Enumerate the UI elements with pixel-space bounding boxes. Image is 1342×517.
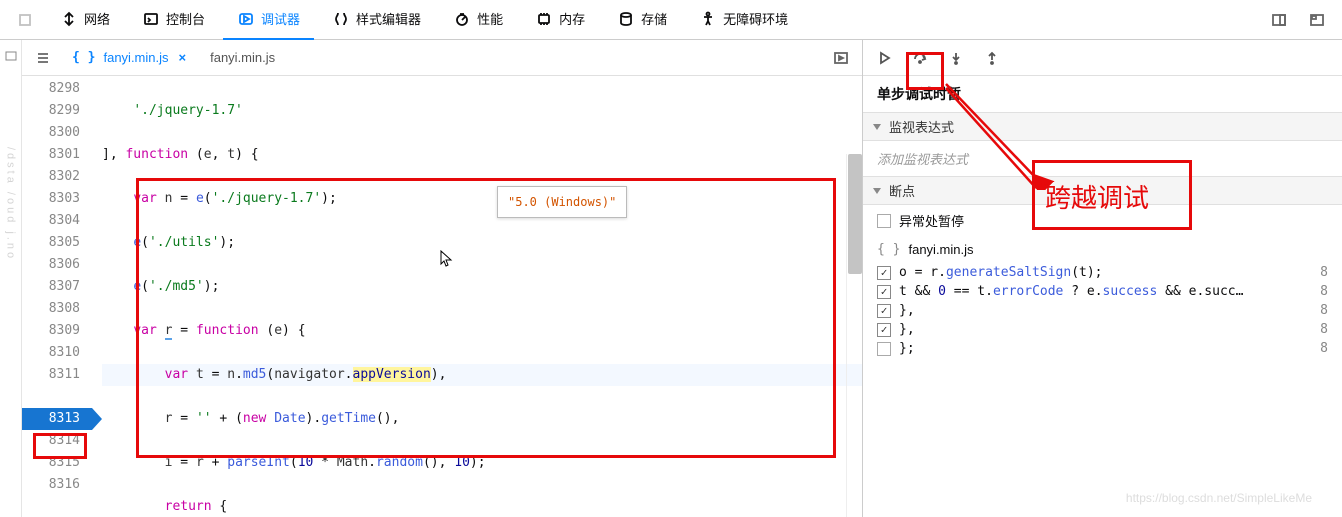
checkbox[interactable] — [877, 266, 891, 280]
mouse-cursor-icon — [440, 250, 454, 268]
watch-accordion[interactable]: 监视表达式 — [863, 112, 1342, 141]
breakpoint-list: o = r.generateSaltSign(t); 8 t && 0 == t.e… — [863, 263, 1342, 358]
debug-controls — [863, 40, 1342, 76]
value-tooltip: "5.0 (Windows)" — [497, 186, 627, 218]
main-area: /dsta /oud j.no { } fanyi.min.js × fanyi… — [0, 40, 1342, 517]
run-to-cursor-icon[interactable] — [824, 40, 858, 76]
tab-label: 样式编辑器 — [356, 9, 421, 28]
perf-icon — [453, 10, 471, 28]
code-area[interactable]: 8298829983008301830283038304830583068307… — [22, 76, 862, 517]
bp-code: }, — [899, 322, 1312, 337]
close-icon[interactable]: × — [179, 50, 187, 65]
a11y-icon — [699, 10, 717, 28]
tab-memory[interactable]: 内存 — [521, 0, 599, 40]
scroll-thumb[interactable] — [848, 154, 862, 274]
bp-code: }; — [899, 341, 1312, 356]
checkbox[interactable] — [877, 342, 891, 356]
breakpoint-row[interactable]: }; 8 — [863, 339, 1342, 358]
braces-icon: { } — [877, 242, 900, 257]
tab-network[interactable]: 网络 — [46, 0, 124, 40]
breakpoint-row[interactable]: }, 8 — [863, 320, 1342, 339]
watermark: https://blog.csdn.net/SimpleLikeMe — [1126, 491, 1312, 505]
file-tab-active[interactable]: { } fanyi.min.js × — [60, 40, 198, 76]
style-icon — [332, 10, 350, 28]
scrollbar[interactable] — [846, 154, 862, 517]
chevron-down-icon — [873, 124, 881, 130]
chevron-down-icon — [873, 188, 881, 194]
exception-toggle[interactable]: 异常处暂停 — [863, 205, 1342, 236]
file-name: fanyi.min.js — [908, 242, 973, 257]
debug-panel: 单步调试时暂 监视表达式 添加监视表达式 断点 异常处暂停 { } fanyi.m… — [862, 40, 1342, 517]
tab-label: 存储 — [641, 9, 667, 28]
braces-icon: { } — [72, 50, 95, 65]
bp-file-header[interactable]: { } fanyi.min.js — [863, 236, 1342, 263]
checkbox[interactable] — [877, 285, 891, 299]
file-tab-bar: { } fanyi.min.js × fanyi.min.js — [22, 40, 862, 76]
bp-code: }, — [899, 303, 1312, 318]
network-icon — [60, 10, 78, 28]
tab-storage[interactable]: 存储 — [603, 0, 681, 40]
editor-panel: { } fanyi.min.js × fanyi.min.js 82988299… — [22, 40, 862, 517]
tab-label: 调试器 — [261, 9, 300, 28]
annotation-arrow — [940, 70, 1060, 190]
bp-line-number: 8 — [1320, 341, 1328, 356]
folder-icon — [4, 48, 18, 62]
memory-icon — [535, 10, 553, 28]
watch-placeholder[interactable]: 添加监视表达式 — [863, 141, 1342, 176]
bp-line-number: 8 — [1320, 284, 1328, 299]
breakpoints-accordion[interactable]: 断点 — [863, 176, 1342, 205]
left-strip-labels: /dsta /oud j.no — [5, 147, 17, 261]
tab-performance[interactable]: 性能 — [439, 0, 517, 40]
checkbox[interactable] — [877, 304, 891, 318]
breakpoint-row[interactable]: t && 0 == t.errorCode ? e.success && e.s… — [863, 282, 1342, 301]
pause-status: 单步调试时暂 — [863, 76, 1342, 112]
code-content[interactable]: './jquery-1.7' ], function (e, t) { var … — [92, 76, 862, 517]
tab-console[interactable]: 控制台 — [128, 0, 219, 40]
file-tab-inactive[interactable]: fanyi.min.js — [198, 40, 287, 76]
tab-label: 无障碍环境 — [723, 9, 788, 28]
checkbox[interactable] — [877, 323, 891, 337]
bp-code: o = r.generateSaltSign(t); — [899, 265, 1312, 280]
pick-element-button[interactable] — [8, 3, 42, 37]
bp-code: t && 0 == t.errorCode ? e.success && e.s… — [899, 284, 1312, 299]
bp-line-number: 8 — [1320, 322, 1328, 337]
dock-side-button[interactable] — [1262, 3, 1296, 37]
tab-a11y[interactable]: 无障碍环境 — [685, 0, 802, 40]
checkbox[interactable] — [877, 214, 891, 228]
tab-label: 内存 — [559, 9, 585, 28]
step-into-button[interactable] — [939, 42, 973, 74]
file-name: fanyi.min.js — [103, 50, 168, 65]
separate-window-button[interactable] — [1300, 3, 1334, 37]
acc-label: 断点 — [889, 181, 915, 200]
line-gutter[interactable]: 8298829983008301830283038304830583068307… — [22, 76, 92, 517]
tab-label: 性能 — [477, 9, 503, 28]
tab-debugger[interactable]: 调试器 — [223, 0, 314, 40]
bp-line-number: 8 — [1320, 265, 1328, 280]
console-icon — [142, 10, 160, 28]
resume-button[interactable] — [867, 42, 901, 74]
label: 异常处暂停 — [899, 211, 964, 230]
sources-strip: /dsta /oud j.no — [0, 40, 22, 517]
step-out-button[interactable] — [975, 42, 1009, 74]
outline-icon[interactable] — [26, 40, 60, 76]
step-over-button[interactable] — [903, 42, 937, 74]
breakpoint-row[interactable]: o = r.generateSaltSign(t); 8 — [863, 263, 1342, 282]
bp-line-number: 8 — [1320, 303, 1328, 318]
breakpoint-row[interactable]: }, 8 — [863, 301, 1342, 320]
devtools-toolbar: 网络 控制台 调试器 样式编辑器 性能 内存 存储 无障碍环境 — [0, 0, 1342, 40]
storage-icon — [617, 10, 635, 28]
file-name: fanyi.min.js — [210, 50, 275, 65]
tab-style[interactable]: 样式编辑器 — [318, 0, 435, 40]
debugger-icon — [237, 10, 255, 28]
tab-label: 控制台 — [166, 9, 205, 28]
tab-label: 网络 — [84, 9, 110, 28]
